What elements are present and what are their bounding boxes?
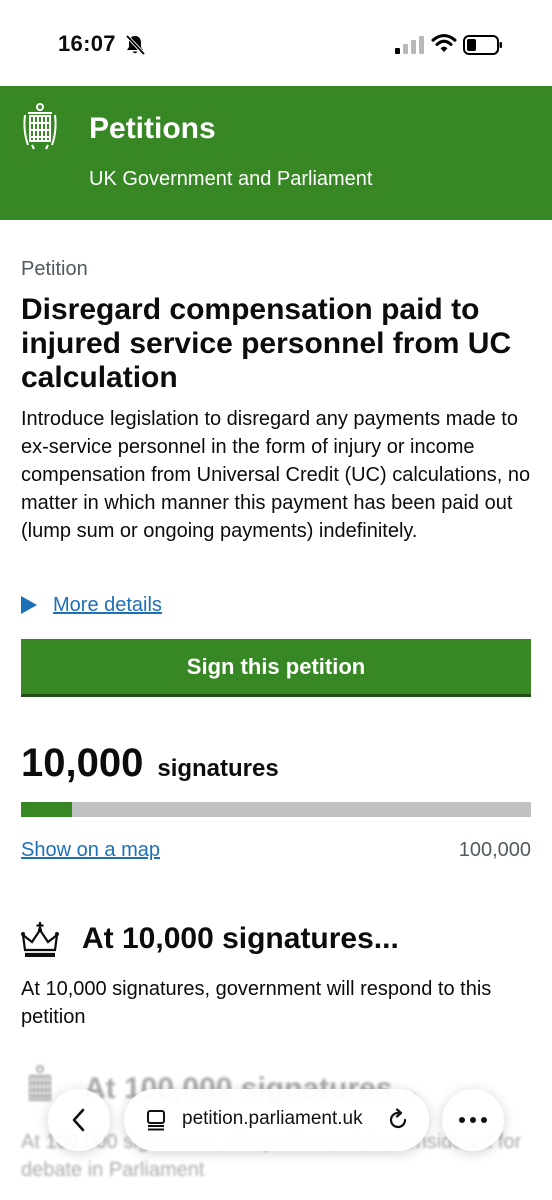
petition-title: Disregard compensation paid to injured s… [21, 293, 512, 394]
url-text[interactable]: petition.parliament.uk [182, 1108, 363, 1130]
site-header [0, 86, 552, 220]
site-subtitle: UK Government and Parliament [89, 168, 373, 190]
back-chevron-icon [72, 1108, 85, 1132]
sign-petition-button[interactable]: Sign this petition [21, 639, 531, 694]
signature-number: 10,000 [21, 741, 144, 785]
site-title[interactable]: Petitions [89, 112, 216, 146]
signature-target: 100,000 [458, 839, 531, 861]
crown-icon [21, 922, 59, 957]
bell-slash-icon [125, 34, 146, 56]
reload-icon[interactable] [386, 1108, 410, 1132]
more-dots-icon [459, 1117, 487, 1123]
address-bar[interactable]: petition.parliament.uk [124, 1089, 429, 1151]
more-options-button[interactable] [442, 1089, 504, 1151]
portcullis-icon[interactable] [22, 101, 58, 151]
disclosure-triangle-icon [21, 596, 37, 614]
signal-icon [395, 36, 424, 54]
signature-progress-fill [21, 802, 72, 817]
wifi-icon [431, 34, 457, 52]
status-bar: 16:07 [0, 0, 552, 86]
signature-label: signatures [157, 755, 279, 782]
tabs-icon[interactable] [145, 1109, 167, 1131]
more-details-toggle[interactable]: More details [21, 590, 162, 620]
signature-count: 10,000 signatures [21, 741, 279, 786]
status-time: 16:07 [58, 31, 116, 56]
signature-progress-bar [21, 802, 531, 817]
show-on-map-link[interactable]: Show on a map [21, 839, 160, 862]
petition-description: Introduce legislation to disregard any p… [21, 408, 531, 542]
back-button[interactable] [48, 1089, 110, 1151]
more-details-link[interactable]: More details [53, 594, 162, 617]
battery-icon [463, 35, 502, 55]
petition-caption: Petition [21, 258, 88, 280]
browser-toolbar: petition.parliament.uk [0, 1075, 552, 1170]
milestone-text: At 10,000 signatures, government will re… [21, 978, 492, 1028]
milestone-title: At 10,000 signatures... [82, 922, 399, 955]
